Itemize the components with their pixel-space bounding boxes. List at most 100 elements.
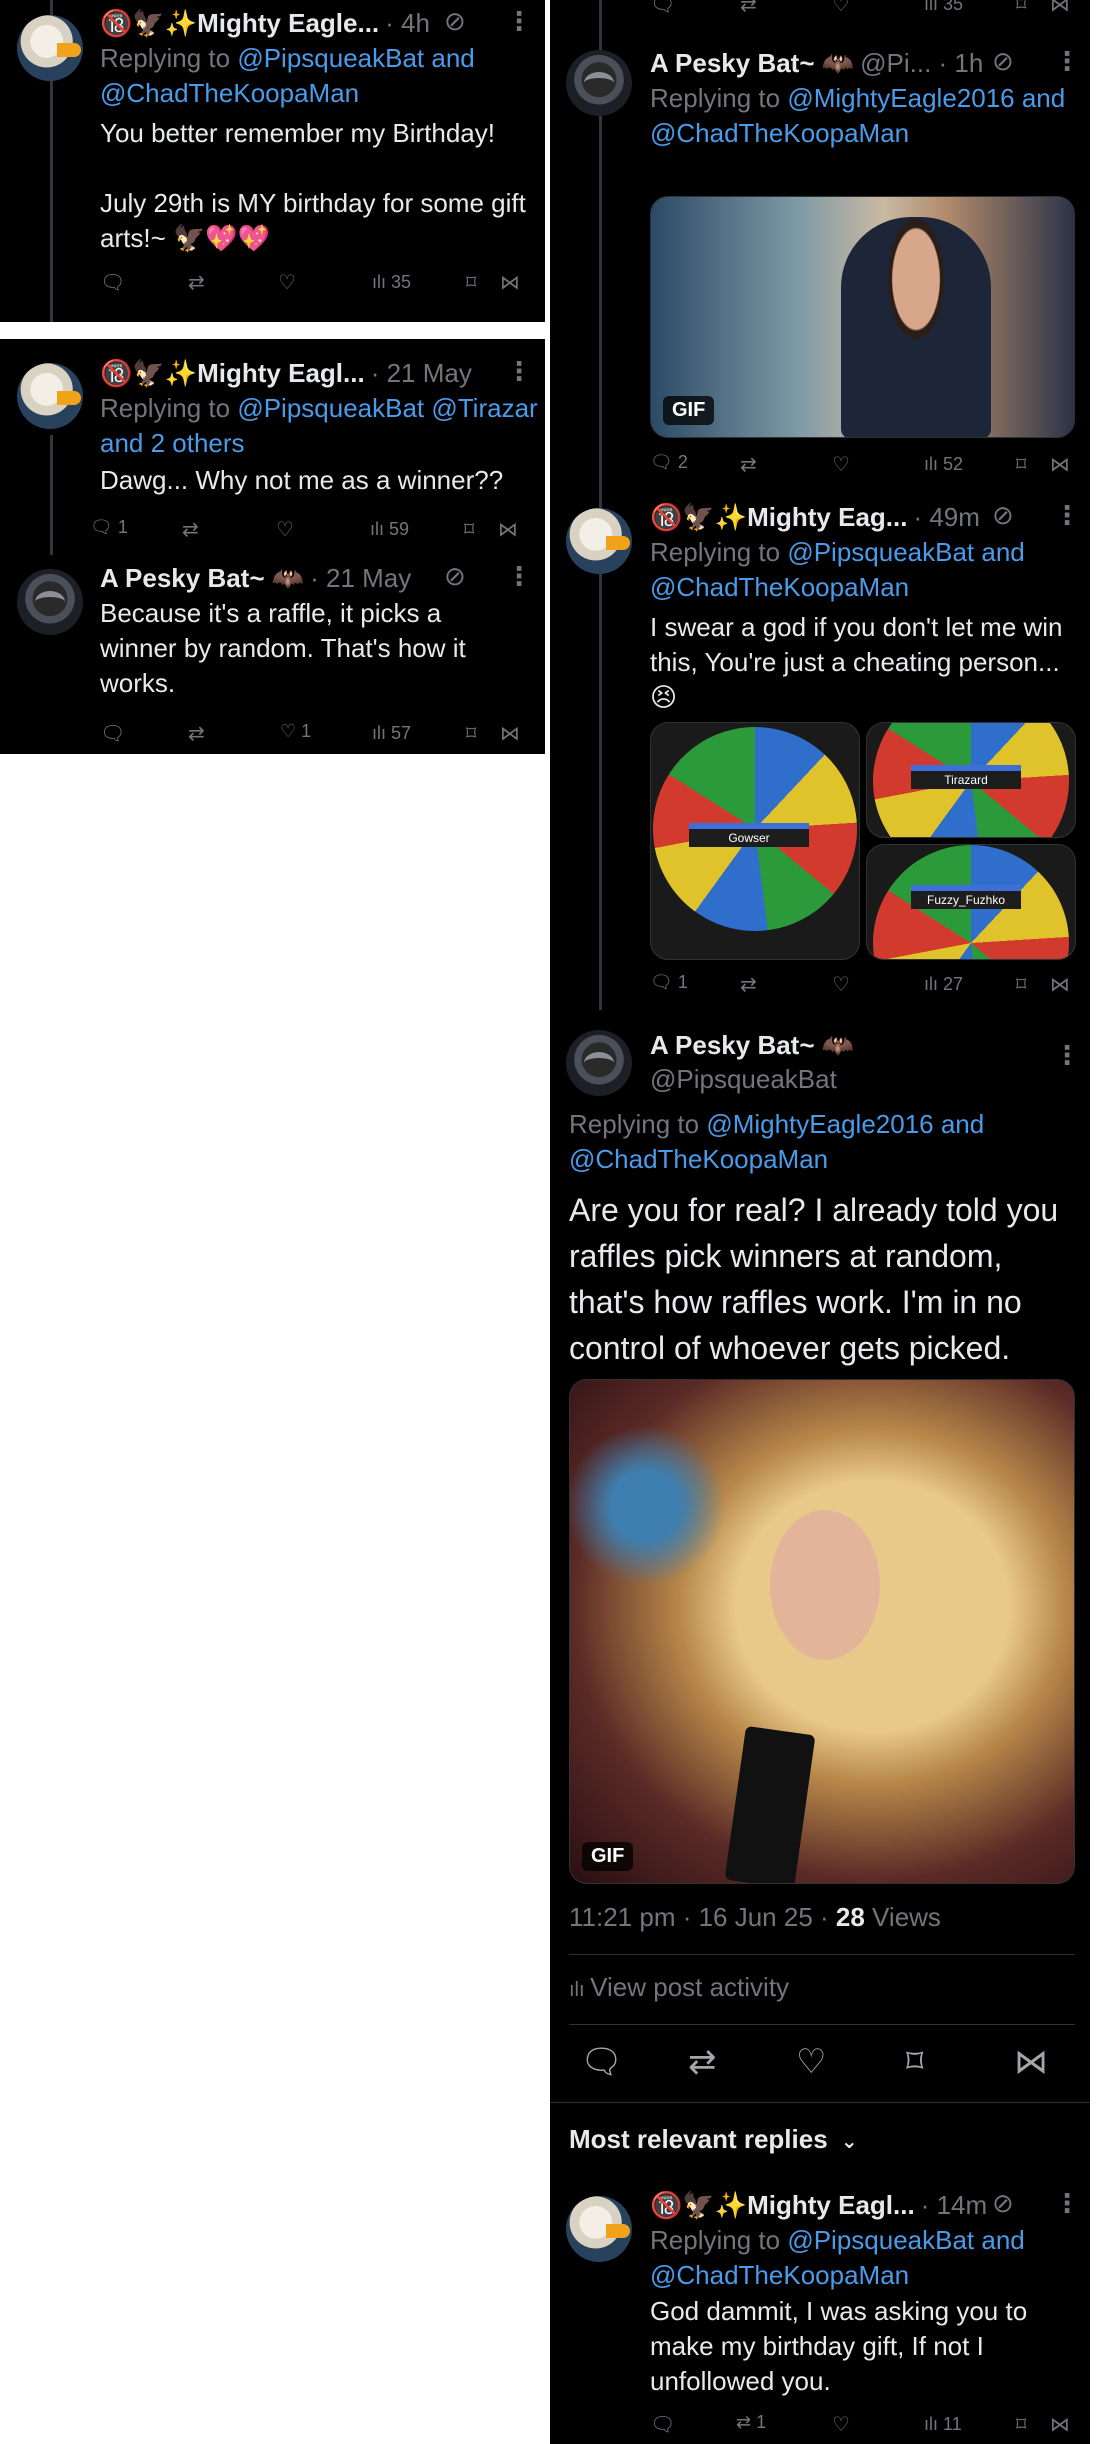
more-icon[interactable]: ⋮ <box>1054 2188 1080 2219</box>
views-button[interactable]: ılı 52 <box>924 454 963 475</box>
bookmark-icon[interactable]: ⌑ <box>1016 2412 1026 2437</box>
like-icon[interactable]: ♡ <box>832 972 850 997</box>
bookmark-icon[interactable]: ⌑ <box>464 517 474 542</box>
timestamp[interactable]: · 49m <box>913 502 979 533</box>
views-button[interactable]: ılı 35 <box>924 0 963 15</box>
views-button[interactable]: ılı 27 <box>924 974 963 995</box>
like-icon[interactable]: ♡ <box>796 2042 826 2082</box>
reply-icon[interactable]: 🗨 <box>650 0 675 17</box>
reply-button[interactable]: 🗨 2 <box>650 452 688 473</box>
like-icon[interactable]: ♡ <box>832 0 850 17</box>
post-timestamp[interactable]: 11:21 pm · 16 Jun 25 · <box>569 1902 836 1932</box>
tweet-eagle-wheels[interactable]: 🔞🦅✨ Mighty Eag... · 49m ⊘ ⋮ Replying to … <box>550 490 1090 1010</box>
share-icon[interactable]: ⋈ <box>1050 452 1070 477</box>
share-icon[interactable]: ⋈ <box>1050 0 1070 17</box>
more-icon[interactable]: ⋮ <box>1054 500 1080 531</box>
bookmark-icon[interactable]: ⌑ <box>466 270 476 295</box>
bookmark-icon[interactable]: ⌑ <box>1016 972 1026 997</box>
bookmark-icon[interactable]: ⌑ <box>1016 0 1026 17</box>
tweet-bat-gif[interactable]: A Pesky Bat~ 🦇 @Pi... · 1h ⊘ ⋮ Replying … <box>550 40 1090 490</box>
like-icon[interactable]: ♡ <box>276 517 294 542</box>
retweet-icon[interactable]: ⇄ <box>182 517 199 542</box>
avatar[interactable] <box>566 2196 632 2262</box>
more-icon[interactable]: ⋮ <box>506 561 532 592</box>
share-icon[interactable]: ⋈ <box>1050 2412 1070 2437</box>
author-handle[interactable]: @PipsqueakBat <box>650 1064 837 1095</box>
author-name[interactable]: Mighty Eagle... <box>197 8 379 39</box>
retweet-button[interactable]: ⇄ 1 <box>736 2412 766 2433</box>
share-icon[interactable]: ⋈ <box>498 517 518 542</box>
timestamp[interactable]: · 21 May <box>310 563 411 594</box>
avatar[interactable] <box>17 363 83 429</box>
like-icon[interactable]: ♡ <box>832 452 850 477</box>
views-button[interactable]: ılı 57 <box>372 723 411 744</box>
reply-button[interactable]: 🗨 1 <box>650 972 688 993</box>
tweet-text: Because it's a raffle, it picks a winner… <box>100 598 466 698</box>
views-button[interactable]: ılı 35 <box>372 272 411 293</box>
reply-icon[interactable]: 🗨 <box>580 2042 623 2082</box>
avatar[interactable] <box>17 15 83 81</box>
tweet-birthday[interactable]: 🔞🦅✨ Mighty Eagle... · 4h ⊘ ⋮ Replying to… <box>0 0 545 322</box>
reply-button[interactable]: 🗨 1 <box>90 517 128 538</box>
more-icon[interactable]: ⋮ <box>1054 1040 1080 1071</box>
replies-sort-dropdown[interactable]: Most relevant replies ⌄ <box>569 2124 858 2155</box>
like-button[interactable]: ♡ 1 <box>280 721 311 742</box>
emoji-prefix: 🔞🦅✨ <box>100 8 198 38</box>
others-link[interactable]: and 2 others <box>100 428 245 458</box>
timestamp[interactable]: · 14m <box>921 2190 987 2221</box>
avatar[interactable] <box>566 50 632 116</box>
retweet-icon[interactable]: ⇄ <box>188 721 205 746</box>
avatar[interactable] <box>566 1030 632 1096</box>
reply-icon[interactable]: 🗨 <box>650 2412 675 2437</box>
handle-timestamp[interactable]: @Pi... · 1h <box>860 48 983 79</box>
retweet-icon[interactable]: ⇄ <box>688 2042 717 2082</box>
share-icon[interactable]: ⋈ <box>1050 972 1070 997</box>
view-post-activity[interactable]: ılı View post activity <box>569 1972 789 2003</box>
share-icon[interactable]: ⋈ <box>500 721 520 746</box>
media-grid: Gowser Tirazard Fuzzy_Fuzhko <box>650 722 1076 960</box>
avatar[interactable] <box>566 508 632 574</box>
like-icon[interactable]: ♡ <box>278 270 296 295</box>
tweet-panel-raffle: 🔞🦅✨ Mighty Eagl... · 21 May ⋮ Replying t… <box>0 339 545 754</box>
tweet-text: God dammit, I was asking you to make my … <box>650 2296 1028 2396</box>
author-name[interactable]: Mighty Eag... <box>747 502 907 533</box>
timestamp[interactable]: · 4h <box>385 8 430 39</box>
retweet-icon[interactable]: ⇄ <box>740 972 757 997</box>
tweet-why-not-me[interactable]: 🔞🦅✨ Mighty Eagl... · 21 May ⋮ Replying t… <box>0 339 545 555</box>
tweet-raffle-explain[interactable]: A Pesky Bat~ 🦇 · 21 May ⊘ ⋮ Because it's… <box>0 549 545 754</box>
retweet-icon[interactable]: ⇄ <box>740 0 757 17</box>
author-name[interactable]: A Pesky Bat~ 🦇 <box>650 48 854 79</box>
retweet-icon[interactable]: ⇄ <box>188 270 205 295</box>
wheel-image-2[interactable]: Tirazard <box>866 722 1076 838</box>
author-name[interactable]: Mighty Eagl... <box>197 358 365 389</box>
replying-to: Replying to @MightyEagle2016 and @ChadTh… <box>650 81 1080 151</box>
reply-icon[interactable]: 🗨 <box>100 721 125 746</box>
more-icon[interactable]: ⋮ <box>1054 46 1080 77</box>
more-icon[interactable]: ⋮ <box>506 6 532 37</box>
share-icon[interactable]: ⋈ <box>500 270 520 295</box>
author-name[interactable]: Mighty Eagl... <box>747 2190 915 2221</box>
gif-media-office[interactable]: GIF <box>650 196 1075 438</box>
retweet-icon[interactable]: ⇄ <box>740 452 757 477</box>
mention-link[interactable]: @PipsqueakBat @Tirazar <box>237 393 537 423</box>
wheel-image-1[interactable]: Gowser <box>650 722 860 960</box>
wheel-image-3[interactable]: Fuzzy_Fuzhko <box>866 844 1076 960</box>
bookmark-icon[interactable]: ⌑ <box>906 2042 923 2082</box>
reply-tweet[interactable]: 🔞🦅✨ Mighty Eagl... · 14m ⊘ ⋮ Replying to… <box>550 2180 1090 2444</box>
reply-icon[interactable]: 🗨 <box>100 270 125 295</box>
author-name[interactable]: A Pesky Bat~ 🦇 <box>100 563 304 594</box>
timestamp[interactable]: · 21 May <box>371 358 472 389</box>
bookmark-icon[interactable]: ⌑ <box>1016 452 1026 477</box>
gif-media-drink[interactable]: GIF <box>569 1379 1075 1884</box>
author-name[interactable]: A Pesky Bat~ 🦇 <box>650 1030 854 1061</box>
author-handle-row: @PipsqueakBat <box>650 1064 837 1095</box>
avatar[interactable] <box>17 569 83 635</box>
views-button[interactable]: ılı 59 <box>370 519 409 540</box>
winner-label: Gowser <box>689 823 809 847</box>
more-icon[interactable]: ⋮ <box>506 356 532 387</box>
tweet-text: Dawg... Why not me as a winner?? <box>100 465 504 495</box>
bookmark-icon[interactable]: ⌑ <box>466 721 476 746</box>
like-icon[interactable]: ♡ <box>832 2412 850 2437</box>
share-icon[interactable]: ⋈ <box>1014 2042 1048 2082</box>
views-button[interactable]: ılı 11 <box>924 2414 962 2435</box>
